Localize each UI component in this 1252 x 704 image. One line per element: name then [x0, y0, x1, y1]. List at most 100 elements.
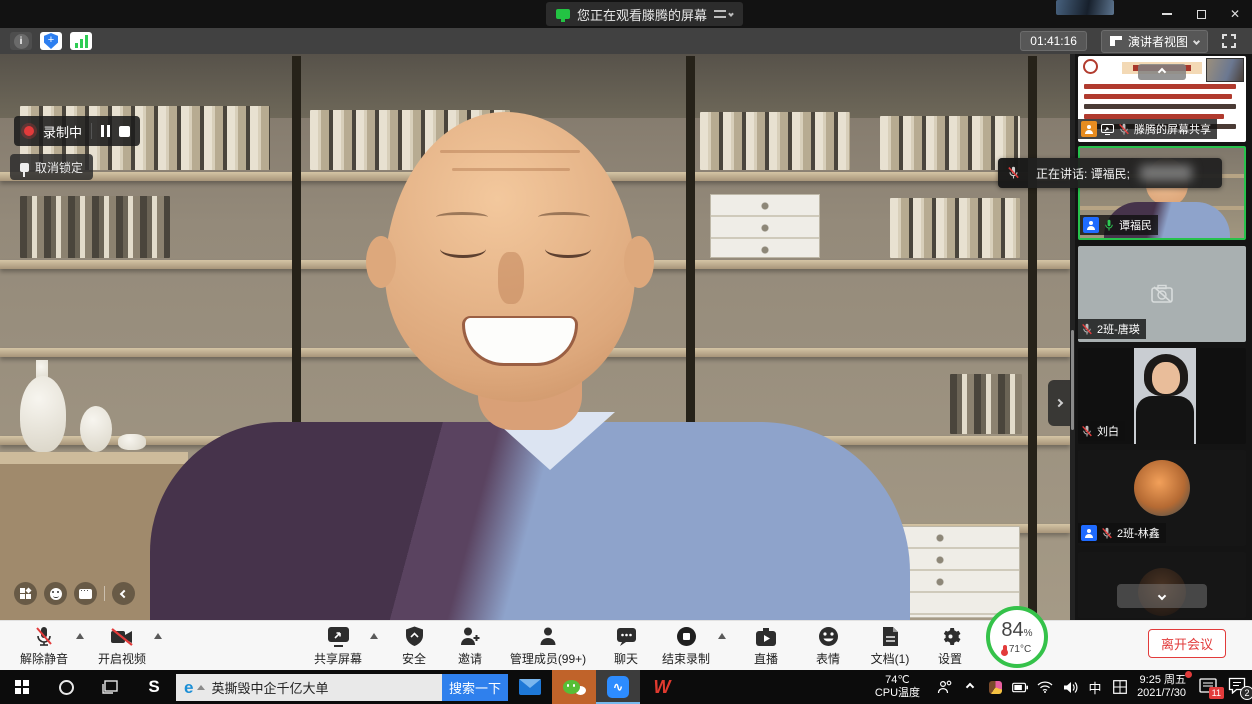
video-options-caret[interactable]	[154, 633, 162, 639]
emoji-overlay-button[interactable]	[44, 582, 67, 605]
person-icon	[538, 626, 558, 647]
taskbar-search-box[interactable]: e 英撕毁中企千亿大单 搜索一下	[176, 674, 508, 701]
unread-tray-button[interactable]: 11	[1199, 677, 1219, 697]
power-tray-button[interactable]	[1012, 679, 1028, 695]
collapse-controls-button[interactable]	[112, 582, 135, 605]
meeting-app-button[interactable]: ∿	[596, 670, 640, 704]
invite-button[interactable]: 邀请	[442, 621, 498, 667]
watching-screen-pill: 您正在观看滕腾的屏幕	[546, 2, 743, 26]
chat-label: 聊天	[614, 650, 638, 667]
app-s-logo-icon: S	[148, 677, 159, 697]
taskbar-clock[interactable]: 9:25 周五 2021/7/30	[1137, 674, 1190, 700]
stop-recording-button[interactable]	[119, 126, 130, 137]
mic-muted-icon	[34, 626, 54, 648]
mic-muted-icon	[1007, 166, 1020, 180]
mail-icon	[519, 679, 541, 695]
invite-label: 邀请	[458, 650, 482, 667]
mail-app-button[interactable]	[508, 670, 552, 704]
participant-name: 2班-唐瑛	[1097, 321, 1140, 337]
participant-badge-icon	[1081, 525, 1097, 541]
fullscreen-button[interactable]	[1222, 34, 1236, 48]
battery-icon	[1012, 682, 1028, 693]
close-button[interactable]: ✕	[1218, 0, 1252, 28]
collapse-thumbnails-button[interactable]	[1138, 64, 1186, 80]
info-icon: i	[14, 34, 29, 49]
pinned-app-button[interactable]: S	[132, 670, 176, 704]
wifi-tray-button[interactable]	[1037, 679, 1053, 695]
unpin-button[interactable]: 取消锁定	[10, 154, 93, 180]
search-text[interactable]: 英撕毁中企千亿大单	[211, 678, 442, 697]
wifi-icon	[1037, 681, 1053, 693]
battery-temperature: 71°C	[1009, 644, 1031, 655]
speaking-toast-text: 正在讲话: 谭福民;	[1036, 165, 1130, 182]
settings-button[interactable]: 设置	[922, 621, 978, 667]
network-quality-button[interactable]	[70, 32, 92, 50]
tile-participant-video[interactable]: 刘白	[1078, 348, 1246, 444]
stop-recording-toolbar-button[interactable]: 结束录制	[654, 621, 718, 667]
ime-tray-app-button[interactable]	[987, 679, 1003, 695]
security-button[interactable]	[40, 32, 62, 50]
cpu-temp-widget[interactable]: 74℃ CPU温度	[875, 674, 920, 700]
screen-share-icon	[1101, 124, 1114, 135]
unmute-button[interactable]: 解除静音	[12, 621, 76, 667]
record-options-caret[interactable]	[718, 633, 726, 639]
tray-overflow-button[interactable]	[962, 679, 978, 695]
manage-members-button[interactable]: 管理成员(99+)	[498, 621, 598, 667]
thermometer-icon	[1003, 645, 1007, 654]
participant-name: 谭福民	[1119, 217, 1152, 233]
notification-center-button[interactable]: 2	[1228, 677, 1248, 697]
chat-button[interactable]: 聊天	[598, 621, 654, 667]
view-mode-button[interactable]: 演讲者视图	[1101, 30, 1208, 53]
participant-label: 滕腾的屏幕共享	[1078, 119, 1217, 139]
start-video-button[interactable]: 开启视频	[90, 621, 154, 667]
mic-muted-icon	[1081, 425, 1093, 438]
scrollbar-handle[interactable]	[1071, 330, 1074, 430]
wechat-app-button[interactable]	[552, 670, 596, 704]
search-go-button[interactable]: 搜索一下	[442, 674, 508, 701]
volume-tray-button[interactable]	[1062, 679, 1078, 695]
live-stream-button[interactable]: 直播	[734, 621, 798, 667]
caption-bubble-icon	[79, 589, 92, 599]
scroll-down-button[interactable]	[1117, 584, 1207, 608]
camera-off-icon	[1149, 283, 1175, 305]
task-view-button[interactable]	[88, 670, 132, 704]
security-toolbar-button[interactable]: 安全	[386, 621, 442, 667]
reactions-button[interactable]: 表情	[798, 621, 858, 667]
share-options-caret[interactable]	[370, 633, 378, 639]
tencent-meeting-icon: ∿	[607, 676, 629, 698]
layout-switch-button[interactable]	[14, 582, 37, 605]
stop-recording-label: 结束录制	[662, 650, 710, 667]
mic-options-caret[interactable]	[76, 633, 84, 639]
pin-icon	[20, 163, 29, 172]
minimize-button[interactable]	[1150, 0, 1184, 28]
clock-date: 2021/7/30	[1137, 687, 1186, 700]
participant-label: 谭福民	[1080, 215, 1158, 235]
ime-panel-button[interactable]	[1112, 679, 1128, 695]
share-screen-label: 共享屏幕	[314, 650, 362, 667]
leave-meeting-button[interactable]: 离开会议	[1148, 629, 1226, 658]
caption-button[interactable]	[74, 582, 97, 605]
ime-mode-button[interactable]: 中	[1087, 679, 1103, 695]
chevron-down-icon	[1193, 37, 1200, 44]
wps-app-button[interactable]: W	[640, 670, 684, 704]
tile-participant-avatar[interactable]: 2班-林鑫	[1078, 450, 1246, 546]
maximize-button[interactable]	[1184, 0, 1218, 28]
people-tray-button[interactable]	[937, 679, 953, 695]
cortana-button[interactable]	[44, 670, 88, 704]
start-button[interactable]	[0, 670, 44, 704]
maximize-icon	[1197, 10, 1206, 19]
share-options-menu[interactable]	[714, 10, 733, 18]
gear-icon	[940, 626, 961, 647]
tile-screen-share[interactable]: 滕腾的屏幕共享	[1078, 56, 1246, 142]
tile-camera-off[interactable]: 2班-唐瑛	[1078, 246, 1246, 342]
meeting-info-button[interactable]: i	[10, 32, 32, 50]
desktop-peek-thumbnail	[1056, 0, 1114, 15]
sidebar-collapse-handle[interactable]	[1048, 380, 1070, 426]
documents-button[interactable]: 文档(1)	[858, 621, 922, 667]
share-screen-button[interactable]: 共享屏幕	[306, 621, 370, 667]
sidebar-scrollbar[interactable]	[1070, 54, 1075, 620]
reactions-label: 表情	[816, 650, 840, 667]
tile-partial[interactable]	[1078, 552, 1246, 618]
pause-recording-button[interactable]	[101, 125, 110, 137]
battery-temp-widget: 84% 71°C	[986, 606, 1048, 668]
